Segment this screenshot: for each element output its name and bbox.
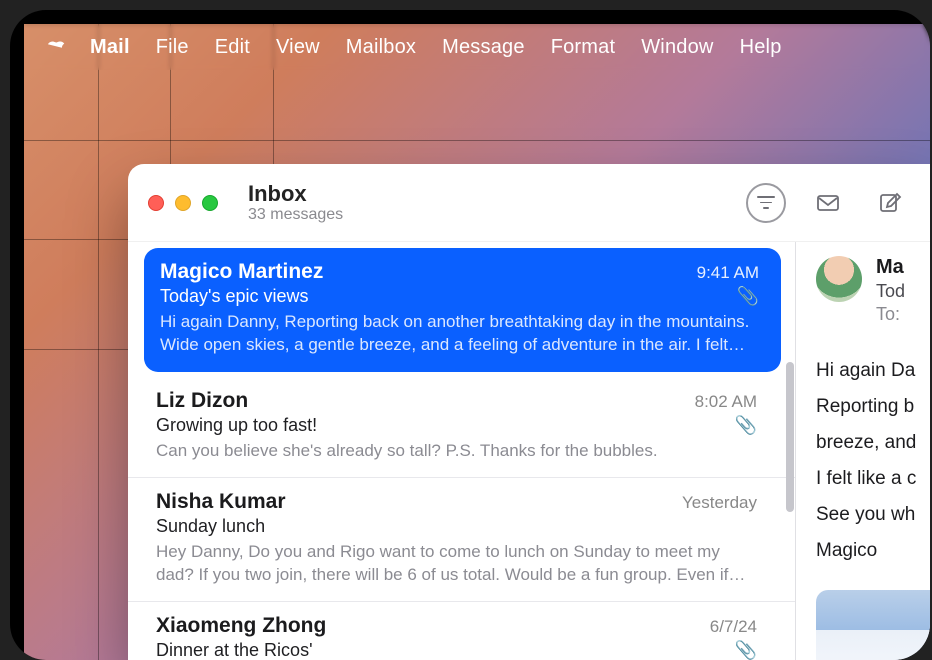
paperclip-icon: 📎 bbox=[737, 286, 759, 307]
compose-button[interactable] bbox=[870, 183, 910, 223]
reader-line: I felt like a c bbox=[816, 461, 930, 497]
message-preview: Can you believe she's already so tall? P… bbox=[156, 440, 757, 463]
guide-line bbox=[98, 24, 99, 660]
window-close-button[interactable] bbox=[148, 195, 164, 211]
sender-avatar[interactable] bbox=[816, 256, 862, 302]
paperclip-icon: 📎 bbox=[735, 415, 757, 436]
message-row[interactable]: Nisha KumarYesterday Sunday lunch Hey Dann… bbox=[128, 478, 795, 602]
message-subject: Sunday lunch bbox=[156, 516, 757, 537]
toolbar-title-block: Inbox 33 messages bbox=[248, 181, 343, 225]
window-zoom-button[interactable] bbox=[202, 195, 218, 211]
window-body: Magico Martinez9:41 AM Today's epic views… bbox=[128, 242, 930, 660]
menubar-item-format[interactable]: Format bbox=[551, 36, 616, 59]
mark-read-button[interactable] bbox=[808, 183, 848, 223]
message-preview: Hi again Danny, Reporting back on anothe… bbox=[160, 311, 759, 357]
desktop-background: Mail File Edit View Mailbox Message Form… bbox=[24, 24, 930, 660]
paperclip-icon: 📎 bbox=[735, 640, 757, 660]
reader-from: Ma bbox=[876, 256, 905, 279]
message-subject: Today's epic views bbox=[160, 286, 729, 307]
menubar-app-name[interactable]: Mail bbox=[90, 36, 130, 59]
filter-icon bbox=[760, 202, 772, 204]
message-from: Nisha Kumar bbox=[156, 490, 682, 514]
filter-button[interactable] bbox=[746, 183, 786, 223]
reader-subject: Tod bbox=[876, 281, 905, 302]
mail-window: Inbox 33 messages bbox=[128, 164, 930, 660]
message-list[interactable]: Magico Martinez9:41 AM Today's epic views… bbox=[128, 242, 796, 660]
reader-line: Hi again Da bbox=[816, 353, 930, 389]
message-from: Xiaomeng Zhong bbox=[156, 614, 710, 638]
reader-line: breeze, and bbox=[816, 425, 930, 461]
message-time: 8:02 AM bbox=[695, 392, 757, 412]
menubar-item-mailbox[interactable]: Mailbox bbox=[346, 36, 416, 59]
menubar-item-view[interactable]: View bbox=[276, 36, 320, 59]
mailbox-title: Inbox bbox=[248, 181, 343, 206]
filter-icon bbox=[763, 207, 769, 209]
message-preview: Hey Danny, Do you and Rigo want to come … bbox=[156, 541, 757, 587]
message-row[interactable]: Xiaomeng Zhong6/7/24 Dinner at the Ricos'… bbox=[128, 602, 795, 660]
message-time: Yesterday bbox=[682, 493, 757, 513]
window-toolbar: Inbox 33 messages bbox=[128, 164, 930, 242]
apple-menu-icon[interactable] bbox=[46, 36, 68, 58]
message-from: Liz Dizon bbox=[156, 389, 695, 413]
message-subject: Growing up too fast! bbox=[156, 415, 727, 436]
reader-line: See you wh bbox=[816, 497, 930, 533]
reader-body: Hi again Da Reporting b breeze, and I fe… bbox=[816, 353, 930, 570]
scrollbar-thumb[interactable] bbox=[786, 362, 794, 512]
reader-line: Magico bbox=[816, 533, 930, 569]
reader-to-label: To: bbox=[876, 304, 905, 325]
message-from: Magico Martinez bbox=[160, 260, 697, 284]
menubar-item-edit[interactable]: Edit bbox=[215, 36, 250, 59]
menubar-item-window[interactable]: Window bbox=[641, 36, 713, 59]
message-row[interactable]: Magico Martinez9:41 AM Today's epic views… bbox=[144, 248, 781, 371]
reading-pane: Ma Tod To: Hi again Da Reporting b breez… bbox=[796, 242, 930, 660]
window-traffic-lights bbox=[148, 195, 218, 211]
system-menubar: Mail File Edit View Mailbox Message Form… bbox=[24, 24, 930, 70]
compose-icon bbox=[878, 191, 902, 215]
message-subject: Dinner at the Ricos' bbox=[156, 640, 727, 660]
message-time: 9:41 AM bbox=[697, 263, 759, 283]
envelope-icon bbox=[816, 191, 840, 215]
window-minimize-button[interactable] bbox=[175, 195, 191, 211]
attachment-thumbnail[interactable] bbox=[816, 590, 930, 660]
message-time: 6/7/24 bbox=[710, 617, 757, 637]
reader-line: Reporting b bbox=[816, 389, 930, 425]
message-row[interactable]: Liz Dizon8:02 AM Growing up too fast! 📎 Can… bbox=[128, 377, 795, 478]
menubar-item-file[interactable]: File bbox=[156, 36, 189, 59]
filter-icon bbox=[757, 196, 775, 198]
mailbox-subtitle: 33 messages bbox=[248, 206, 343, 224]
device-bezel: Mail File Edit View Mailbox Message Form… bbox=[10, 10, 930, 660]
menubar-item-message[interactable]: Message bbox=[442, 36, 525, 59]
guide-line bbox=[24, 140, 930, 141]
menubar-item-help[interactable]: Help bbox=[740, 36, 782, 59]
